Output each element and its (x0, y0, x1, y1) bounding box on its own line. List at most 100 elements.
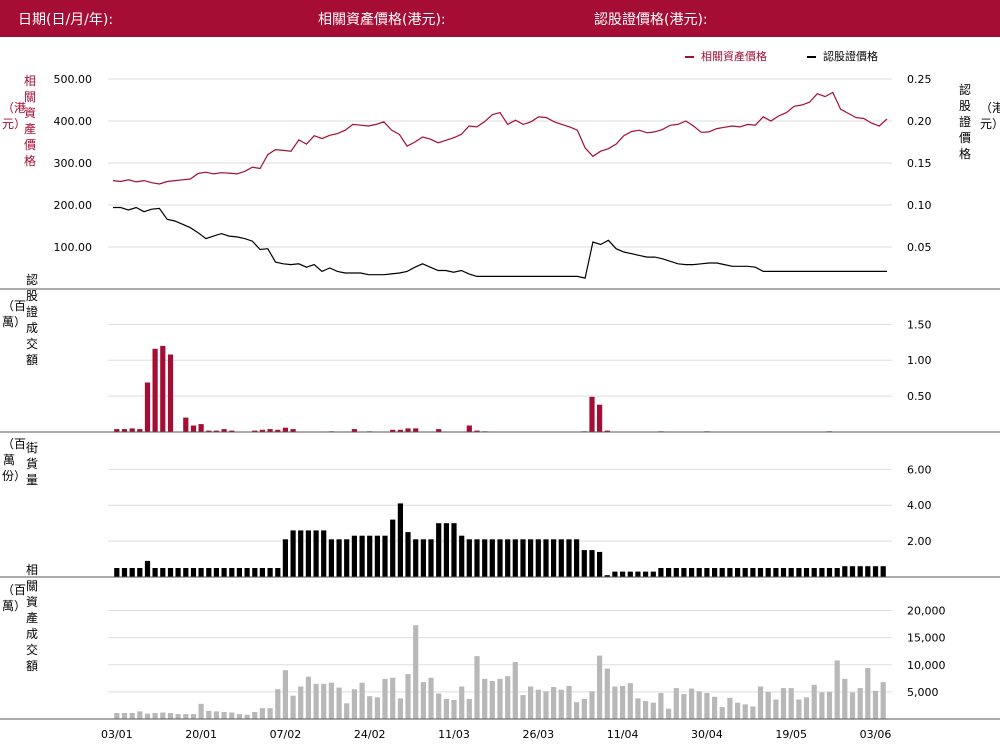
asset-turnover-bar (190, 714, 197, 719)
warrant-price-label: 認股證價格(港元): (594, 12, 708, 28)
warrant-turnover-tick-label: 0.50 (907, 390, 932, 403)
street-bar (152, 568, 158, 577)
asset-turnover-bar (474, 656, 480, 719)
asset-turnover-bar (420, 682, 426, 719)
street-bar (459, 535, 465, 577)
price-left-tick-label: 200.00 (54, 199, 93, 212)
street-bar (788, 568, 794, 577)
asset-turnover-tick-label: 5,000 (907, 686, 939, 699)
asset-turnover-bar (857, 688, 863, 719)
warrant-price-line (113, 206, 887, 279)
warrant-turnover-bar (129, 428, 135, 432)
street-bar (520, 539, 526, 577)
street-bar (305, 530, 311, 577)
x-tick-label: 30/04 (691, 728, 723, 741)
street-bar (666, 568, 672, 577)
street-bar (696, 568, 702, 577)
x-tick-label: 26/03 (522, 728, 554, 741)
price-left-tick-label: 100.00 (54, 241, 93, 254)
street-bar (259, 568, 265, 577)
street-bar (673, 568, 679, 577)
street-bar (359, 535, 365, 577)
asset-turnover-bar (750, 706, 756, 719)
asset-turnover-bar (757, 686, 764, 719)
price-right-tick-label: 0.15 (907, 157, 932, 170)
legend-label-warrant: 認股證價格 (823, 49, 878, 63)
street-bar (121, 568, 128, 577)
asset-turnover-bar (535, 689, 541, 719)
street-bar (857, 566, 863, 577)
asset-turnover-bar (780, 688, 787, 719)
asset-turnover-bar (735, 702, 741, 719)
street-bar (244, 568, 250, 577)
x-tick-label: 24/02 (354, 728, 386, 741)
warrant-turnover-bar (167, 354, 174, 432)
street-bar (252, 568, 258, 577)
asset-turnover-bar (374, 697, 380, 719)
street-bar (849, 566, 856, 577)
street-bar (574, 539, 580, 577)
street-bar (719, 568, 725, 577)
street-bar (129, 568, 135, 577)
asset-turnover-bar (344, 703, 350, 719)
price-left-tick-label: 400.00 (54, 115, 93, 128)
street-bar (842, 566, 848, 577)
warrant-turnover-tick-label: 1.00 (907, 354, 932, 367)
warrant-turnover-bar (413, 428, 419, 432)
asset-turnover-bar (788, 688, 794, 719)
asset-turnover-tick-label: 10,000 (907, 659, 946, 672)
street-bar (221, 568, 227, 577)
street-bar (489, 539, 495, 577)
street-bar (727, 568, 733, 577)
asset-turnover-bar (497, 678, 503, 719)
asset-turnover-bar (620, 685, 626, 719)
asset-turnover-bar (796, 699, 802, 719)
warrant-turnover-bar (466, 425, 472, 432)
street-bar (865, 566, 871, 577)
street-bar (428, 539, 434, 577)
asset-turnover-bar (175, 714, 181, 719)
street-bar (114, 568, 120, 577)
asset-turnover-bar (627, 683, 633, 719)
asset-turnover-bar (137, 711, 143, 719)
street-bar (382, 535, 388, 577)
street-bar (650, 571, 656, 577)
asset-turnover-bar (236, 714, 242, 719)
street-bar (436, 523, 442, 577)
street-bar (589, 550, 595, 577)
asset-turnover-bar (459, 686, 465, 719)
asset-turnover-bar (229, 712, 235, 719)
street-bar (834, 568, 840, 577)
asset-turnover-bar (206, 710, 212, 719)
asset-turnover-bar (382, 678, 388, 719)
asset-turnover-bar (574, 702, 580, 719)
warrant-turnover-bar (183, 417, 189, 432)
street-bar (443, 523, 449, 577)
asset-turnover-bar (505, 676, 511, 719)
street-bar (167, 568, 174, 577)
asset-turnover-bar (543, 691, 549, 719)
warrant-turnover-bar (405, 428, 411, 432)
street-bar (627, 571, 633, 577)
asset-turnover-bar (589, 691, 595, 719)
asset-turnover-bar (650, 702, 656, 719)
asset-turnover-bar (298, 686, 304, 719)
asset-turnover-bar (681, 694, 687, 719)
street-bar (712, 568, 718, 577)
street-bar (374, 535, 380, 577)
asset-turnover-bar (826, 691, 833, 719)
asset-turnover-bar (198, 703, 204, 719)
asset-turnover-bar (405, 674, 411, 719)
asset-turnover-bar (160, 712, 166, 719)
asset-turnover-bar (167, 713, 174, 719)
asset-turnover-bar (482, 678, 488, 719)
street-bar (512, 539, 518, 577)
header-bar: 日期(日/月/年): 相關資產價格(港元): 認股證價格(港元): (0, 0, 1000, 37)
legend-label-asset: 相關資產價格 (701, 49, 767, 63)
warrant-turnover-bar (160, 345, 166, 432)
price-left-tick-label: 300.00 (54, 157, 93, 170)
asset-turnover-bar (704, 693, 710, 719)
asset-turnover-bar (551, 687, 557, 719)
asset-turnover-bar (313, 683, 319, 719)
asset-turnover-bar (742, 704, 748, 719)
